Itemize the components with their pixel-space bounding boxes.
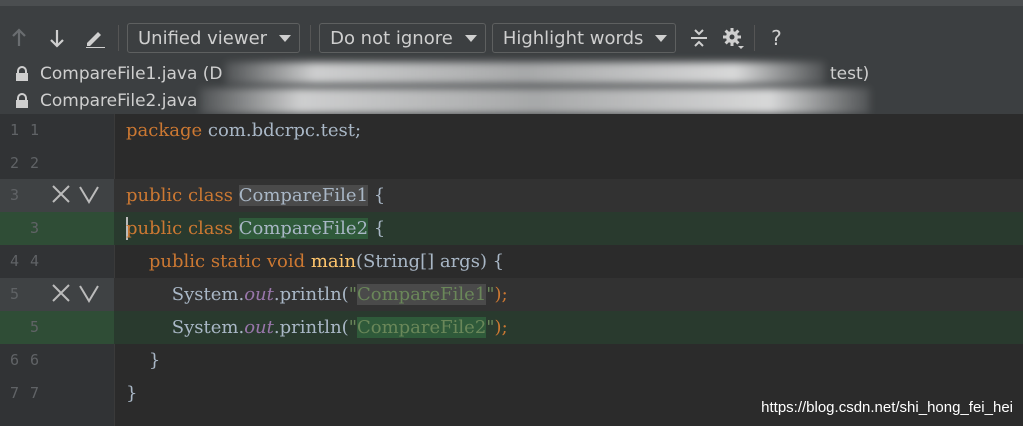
diff-toolbar: Unified viewer Do not ignore Highlight w… <box>0 16 1023 60</box>
viewer-select[interactable]: Unified viewer <box>127 23 301 53</box>
left-line-number: 5 <box>10 285 21 303</box>
code-text: } <box>126 383 138 404</box>
file1-path-suffix: test) <box>830 64 870 84</box>
window-top-strip <box>0 0 1023 16</box>
code-text: } <box>126 350 161 371</box>
ignore-select-label: Do not ignore <box>330 27 453 49</box>
file-header-1: CompareFile1.java (D <box>0 60 223 87</box>
left-line-number: 3 <box>10 186 21 204</box>
left-line-number: 6 <box>10 351 21 369</box>
left-line-number: 7 <box>10 384 21 402</box>
accept-change-icon[interactable] <box>78 183 100 205</box>
left-line-number: 1 <box>10 121 21 139</box>
file1-name: CompareFile1.java (D <box>40 63 223 84</box>
left-line-number: 4 <box>10 252 21 270</box>
right-line-number: 6 <box>30 351 41 369</box>
redacted-path-1 <box>225 62 825 84</box>
collapse-icon[interactable] <box>682 16 716 60</box>
file2-name: CompareFile2.java <box>40 90 198 111</box>
code-text: public class CompareFile1 { <box>126 185 386 206</box>
help-button[interactable]: ? <box>759 16 793 60</box>
file-headers: CompareFile1.java (D test) CompareFile2.… <box>0 60 1023 114</box>
right-line-number: 7 <box>30 384 41 402</box>
accept-change-icon[interactable] <box>78 282 100 304</box>
gear-icon[interactable] <box>716 16 750 60</box>
revert-change-icon[interactable] <box>50 282 72 304</box>
toolbar-separator <box>754 25 756 51</box>
code-text: package com.bdcrpc.test; <box>126 120 362 141</box>
viewer-select-label: Unified viewer <box>138 27 268 49</box>
code-text: System.out.println("CompareFile1"); <box>171 284 508 305</box>
code-text: public static void main(String[] args) { <box>148 251 505 272</box>
change-actions <box>50 183 100 205</box>
chevron-down-icon <box>655 34 668 42</box>
inserted-line: 3 public class CompareFile2 { <box>0 212 1023 245</box>
right-line-number: 2 <box>30 154 41 172</box>
toolbar-separator <box>310 25 312 51</box>
lock-icon <box>16 92 28 108</box>
right-line-number: 3 <box>30 219 41 237</box>
edit-icon[interactable] <box>76 16 114 60</box>
left-line-number: 2 <box>10 154 21 172</box>
highlight-select[interactable]: Highlight words <box>491 23 677 53</box>
change-actions <box>50 282 100 304</box>
code-line: 1 1 package com.bdcrpc.test; <box>0 114 1023 147</box>
arrow-up-icon[interactable] <box>0 16 38 60</box>
chevron-down-icon <box>279 34 292 42</box>
watermark: https://blog.csdn.net/shi_hong_fei_hei <box>761 399 1013 416</box>
code-text: public class CompareFile2 { <box>126 218 386 239</box>
code-line: 2 2 <box>0 147 1023 180</box>
right-line-number: 5 <box>30 318 41 336</box>
highlight-select-label: Highlight words <box>502 27 644 49</box>
help-label: ? <box>771 26 782 50</box>
code-text: System.out.println("CompareFile2"); <box>171 317 508 338</box>
inserted-line: 5 System.out.println("CompareFile2"); <box>0 311 1023 344</box>
arrow-down-icon[interactable] <box>38 16 76 60</box>
right-line-number: 4 <box>30 252 41 270</box>
toolbar-separator <box>118 25 119 51</box>
lock-icon <box>16 65 28 81</box>
code-line: 6 6 } <box>0 344 1023 377</box>
code-line: 4 4 public static void main(String[] arg… <box>0 245 1023 278</box>
diff-editor[interactable]: 1 1 package com.bdcrpc.test; 2 2 3 publi… <box>0 114 1023 426</box>
file-header-2: CompareFile2.java <box>0 87 197 114</box>
deleted-line: 3 public class CompareFile1 { <box>0 179 1023 212</box>
deleted-line: 5 System.out.println("CompareFile1"); <box>0 278 1023 311</box>
chevron-down-icon <box>464 34 477 42</box>
right-line-number: 1 <box>30 121 41 139</box>
redacted-path-2 <box>200 88 870 114</box>
revert-change-icon[interactable] <box>50 183 72 205</box>
ignore-select[interactable]: Do not ignore <box>319 23 486 53</box>
